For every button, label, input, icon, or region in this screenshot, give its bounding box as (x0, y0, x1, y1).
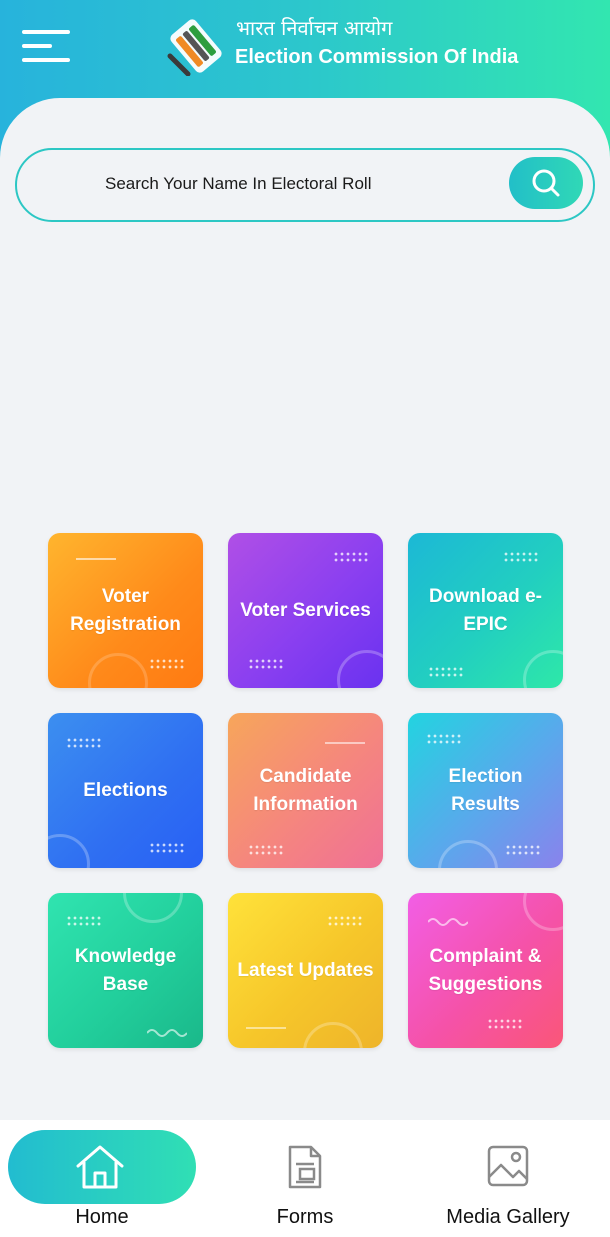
decor-dots (149, 658, 185, 670)
decor-dots (503, 551, 539, 563)
decor-ring (337, 650, 383, 688)
eci-logo-icon (167, 19, 222, 76)
brand-title-english: Election Commission Of India (235, 46, 519, 68)
nav-forms[interactable]: Forms (205, 1120, 405, 1237)
decor-wave (246, 1020, 286, 1030)
decor-ring (48, 834, 90, 868)
tile-elections[interactable]: Elections (48, 713, 203, 868)
brand-title-hindi: भारत निर्वाचन आयोग (236, 16, 393, 40)
bottom-navigation: Home Forms Media Gallery (0, 1120, 610, 1237)
tile-label: Knowledge Base (74, 945, 177, 995)
nav-home[interactable]: Home (0, 1120, 205, 1237)
tile-label: Election Results (448, 765, 523, 815)
search-icon (532, 169, 560, 197)
tile-label: Voter Services (240, 599, 371, 621)
tile-label: Elections (83, 779, 168, 801)
decor-dots (66, 737, 102, 749)
tile-download-e-epic[interactable]: Download e-EPIC (408, 533, 563, 688)
nav-media-gallery[interactable]: Media Gallery (405, 1120, 610, 1237)
decor-dots (426, 733, 462, 745)
tile-label: Voter Registration (70, 585, 181, 635)
search-button[interactable] (509, 157, 583, 209)
electoral-roll-search-bar[interactable]: Search Your Name In Electoral Roll (15, 148, 595, 222)
nav-media-gallery-label: Media Gallery (446, 1206, 570, 1228)
tile-label: Latest Updates (237, 959, 374, 981)
nav-home-label: Home (75, 1206, 129, 1228)
tile-election-results[interactable]: Election Results (408, 713, 563, 868)
decor-dots (149, 842, 185, 854)
home-icon (76, 1145, 124, 1189)
decor-dots (428, 666, 464, 678)
nav-forms-label: Forms (276, 1206, 334, 1228)
decor-dots (487, 1018, 523, 1030)
decor-dots (333, 551, 369, 563)
decor-wave (146, 1024, 188, 1037)
decor-dots (248, 844, 284, 856)
decor-ring (523, 893, 563, 931)
decor-ring (88, 653, 148, 688)
tile-label: Download e-EPIC (429, 585, 542, 635)
tile-label: Complaint & Suggestions (428, 945, 543, 995)
decor-ring (523, 650, 563, 688)
decor-wave (427, 913, 469, 926)
tile-latest-updates[interactable]: Latest Updates (228, 893, 383, 1048)
hamburger-menu-icon[interactable] (22, 26, 74, 66)
decor-wave (325, 735, 365, 745)
tile-knowledge-base[interactable]: Knowledge Base (48, 893, 203, 1048)
document-icon (288, 1145, 322, 1189)
decor-dots (505, 844, 541, 856)
decor-wave (76, 551, 116, 561)
image-icon (487, 1145, 529, 1187)
decor-dots (327, 915, 363, 927)
tile-voter-registration[interactable]: Voter Registration (48, 533, 203, 688)
tile-candidate-information[interactable]: Candidate Information (228, 713, 383, 868)
decor-ring (438, 840, 498, 868)
tile-voter-services[interactable]: Voter Services (228, 533, 383, 688)
decor-ring (303, 1022, 363, 1048)
decor-ring (123, 893, 183, 923)
tile-label: Candidate Information (253, 765, 358, 815)
search-placeholder[interactable]: Search Your Name In Electoral Roll (105, 174, 371, 194)
tile-complaint-suggestions[interactable]: Complaint & Suggestions (408, 893, 563, 1048)
decor-dots (66, 915, 102, 927)
decor-dots (248, 658, 284, 670)
